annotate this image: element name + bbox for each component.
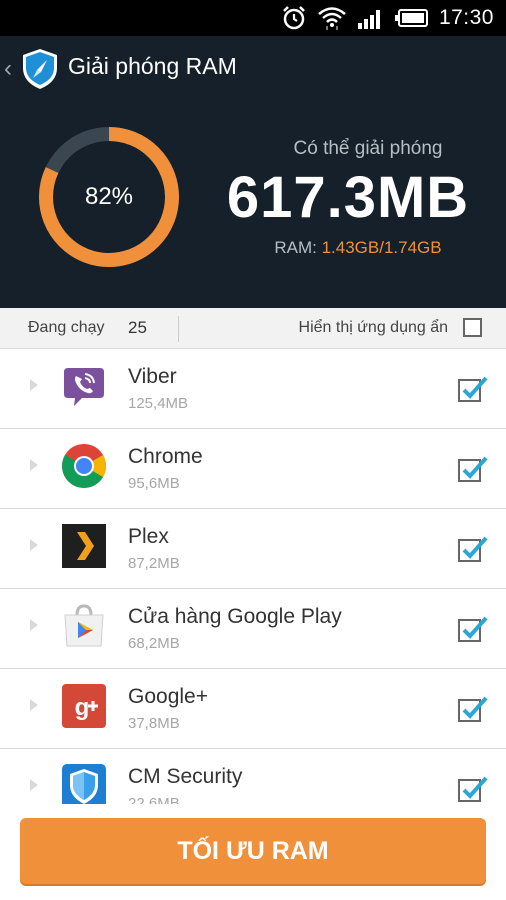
expand-arrow-icon[interactable] [30,379,38,391]
app-shield-logo-icon[interactable] [21,48,59,90]
ram-value: 1.43GB/1.74GB [321,238,442,257]
chrome-icon [62,444,106,488]
google-plus-icon: g [62,684,106,728]
app-size: 87,2MB [128,555,180,572]
app-row-viber[interactable]: Viber 125,4MB [0,349,506,429]
ram-usage-line: RAM: 1.43GB/1.74GB [210,238,506,258]
app-name: Google+ [128,685,208,708]
back-chevron-icon[interactable]: ‹ [4,54,18,84]
app-name: Plex [128,525,169,548]
expand-arrow-icon[interactable] [30,459,38,471]
app-size: 22,6MB [128,795,180,804]
app-select-checkbox[interactable] [458,535,488,563]
app-name: CM Security [128,765,243,788]
app-row-cm-security[interactable]: CM Security 22,6MB [0,749,506,804]
signal-icon [357,10,380,29]
running-count: 25 [128,318,147,337]
cm-security-icon [62,764,106,804]
app-select-checkbox[interactable] [458,695,488,723]
status-time: 17:30 [438,6,494,29]
page-title: Giải phóng RAM [68,53,237,79]
app-name: Cửa hàng Google Play [128,605,342,628]
wifi-icon [318,7,346,30]
expand-arrow-icon[interactable] [30,699,38,711]
expand-arrow-icon[interactable] [30,539,38,551]
expand-arrow-icon[interactable] [30,779,38,791]
app-size: 37,8MB [128,715,180,732]
filter-bar: Đang chạy 25 Hiển thị ứng dụng ẩn [0,308,506,349]
show-hidden-apps-label[interactable]: Hiển thị ứng dụng ẩn [299,319,448,337]
app-bar: ‹ Giải phóng RAM [0,36,506,102]
app-size: 95,6MB [128,475,180,492]
app-row-google-play[interactable]: Cửa hàng Google Play 68,2MB [0,589,506,669]
bottom-action-area: TỐI ƯU RAM [0,804,506,900]
ram-label: RAM: [274,238,322,257]
app-select-checkbox[interactable] [458,455,488,483]
filter-divider [178,316,179,342]
status-bar: 17:30 [0,0,506,36]
alarm-icon [283,6,305,30]
app-size: 68,2MB [128,635,180,652]
optimize-ram-button[interactable]: TỐI ƯU RAM [20,818,486,884]
battery-icon [394,9,428,27]
app-row-chrome[interactable]: Chrome 95,6MB [0,429,506,509]
show-hidden-apps-checkbox[interactable] [463,318,482,337]
viber-icon [64,368,104,406]
google-play-store-icon [64,604,104,647]
app-select-checkbox[interactable] [458,775,488,803]
freeable-value: 617.3MB [226,165,470,230]
app-row-plex[interactable]: Plex 87,2MB [0,509,506,589]
app-name: Chrome [128,445,203,468]
running-apps-list[interactable]: Viber 125,4MB Chrome 95,6MB Plex 87,2MB … [0,349,506,804]
running-label: Đang chạy [28,319,105,336]
app-size: 125,4MB [128,395,189,412]
app-select-checkbox[interactable] [458,615,488,643]
app-row-google-plus[interactable]: g Google+ 37,8MB [0,669,506,749]
svg-text:g: g [75,694,90,721]
freeable-label: Có thể giải phóng [293,138,443,159]
ram-summary-header: ‹ Giải phóng RAM 82% Có thể giải phóng 6… [0,36,506,308]
expand-arrow-icon[interactable] [30,619,38,631]
app-name: Viber [128,365,177,388]
plex-icon [62,524,106,568]
ram-usage-percent: 82% [84,183,134,210]
app-select-checkbox[interactable] [458,375,488,403]
